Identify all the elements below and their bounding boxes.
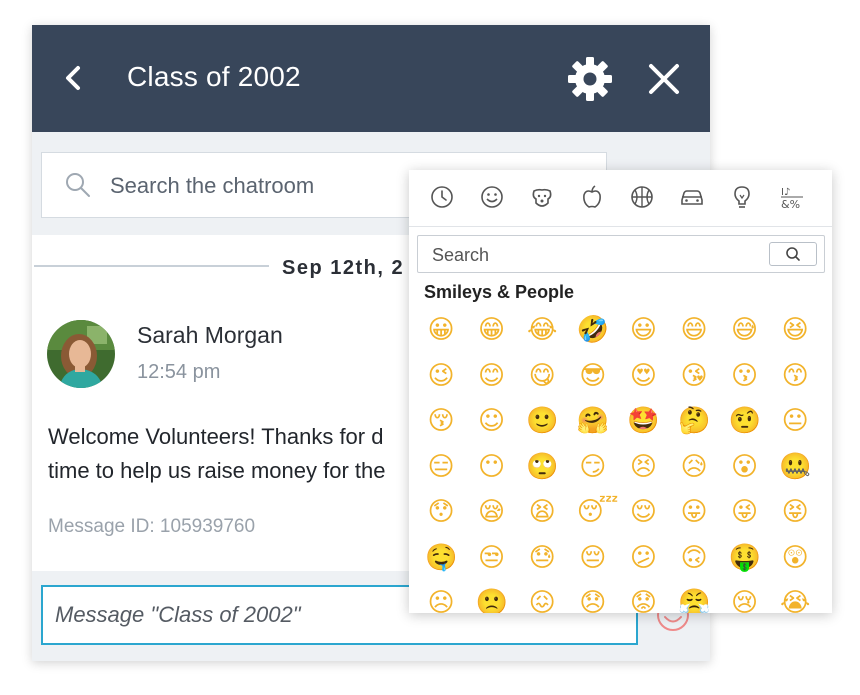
emoji-item[interactable]: 😋 xyxy=(526,360,558,392)
emoji-item[interactable]: 😗 xyxy=(729,360,761,392)
message-author[interactable]: Sarah Morgan xyxy=(137,322,283,349)
emoji-item[interactable]: 🙃 xyxy=(678,542,710,574)
emoji-item[interactable]: 😔 xyxy=(577,542,609,574)
emoji-item[interactable]: 😲 xyxy=(779,542,811,574)
emoji-category-bar: I♪ &% xyxy=(409,170,832,227)
symbols-icon[interactable]: I♪ &% xyxy=(778,183,806,211)
emoji-item[interactable]: 😛 xyxy=(678,496,710,528)
emoji-item[interactable]: 😅 xyxy=(729,314,761,346)
emoji-item[interactable]: 😍 xyxy=(627,360,659,392)
smileys-icon[interactable] xyxy=(478,183,506,211)
emoji-item[interactable]: 😃 xyxy=(627,314,659,346)
back-icon[interactable] xyxy=(60,63,86,93)
emoji-item[interactable]: 😭 xyxy=(779,587,811,613)
emoji-item[interactable]: 😘 xyxy=(678,360,710,392)
emoji-item[interactable]: 😆 xyxy=(779,314,811,346)
chat-title: Class of 2002 xyxy=(127,61,301,92)
close-icon[interactable] xyxy=(646,61,682,97)
emoji-item[interactable]: 😥 xyxy=(678,451,710,483)
animals-icon[interactable] xyxy=(528,183,556,211)
emoji-item[interactable]: 😁 xyxy=(476,314,508,346)
message-line: time to help us raise money for the xyxy=(48,458,386,483)
activity-icon[interactable] xyxy=(628,183,656,211)
emoji-item[interactable]: 😪 xyxy=(476,496,508,528)
emoji-item[interactable]: 😒 xyxy=(476,542,508,574)
emoji-item[interactable]: ☺ xyxy=(476,405,508,437)
emoji-item[interactable]: 😉 xyxy=(425,360,457,392)
emoji-item[interactable]: 😙 xyxy=(779,360,811,392)
search-icon xyxy=(786,247,800,261)
message-time: 12:54 pm xyxy=(137,361,221,383)
emoji-item[interactable]: 🙂 xyxy=(526,405,558,437)
emoji-item[interactable]: 😏 xyxy=(577,451,609,483)
food-icon[interactable] xyxy=(578,183,606,211)
emoji-item[interactable]: 😓 xyxy=(526,542,558,574)
emoji-picker: I♪ &% Smileys & People 😀 😁 😂 🤣 😃 😄 😅 😆 😉 😊 😋 😎 😍 😘 😗 😙 😚… xyxy=(409,170,832,613)
emoji-item[interactable]: 🤔 xyxy=(678,405,710,437)
emoji-item[interactable]: 😢 xyxy=(729,587,761,613)
emoji-item[interactable]: 🤨 xyxy=(729,405,761,437)
emoji-item[interactable]: 😴 xyxy=(577,496,619,528)
emoji-item[interactable]: 🙄 xyxy=(526,451,558,483)
emoji-item[interactable]: 😣 xyxy=(627,451,659,483)
emoji-item[interactable]: 🤣 xyxy=(577,314,609,346)
emoji-item[interactable]: 🤐 xyxy=(779,451,811,483)
emoji-item[interactable]: 😌 xyxy=(627,496,659,528)
travel-icon[interactable] xyxy=(678,183,706,211)
objects-icon[interactable] xyxy=(728,183,756,211)
emoji-item[interactable]: 😑 xyxy=(425,451,457,483)
emoji-item[interactable]: 😫 xyxy=(526,496,558,528)
emoji-item[interactable]: ☹ xyxy=(425,587,457,613)
svg-text:&%: &% xyxy=(781,198,800,211)
emoji-item[interactable]: 🤩 xyxy=(627,405,659,437)
date-divider: Sep 12th, 2 xyxy=(282,257,405,279)
svg-text:I♪: I♪ xyxy=(781,187,790,198)
emoji-item[interactable]: 😜 xyxy=(729,496,761,528)
chat-header: Class of 2002 xyxy=(32,25,710,132)
message-id: Message ID: 105939760 xyxy=(48,516,256,537)
message-line: Welcome Volunteers! Thanks for d xyxy=(48,424,384,449)
emoji-item[interactable]: 😐 xyxy=(779,405,811,437)
emoji-item[interactable]: 😕 xyxy=(627,542,659,574)
emoji-section-title: Smileys & People xyxy=(424,282,575,302)
emoji-search-input[interactable] xyxy=(430,242,764,268)
date-divider-line xyxy=(34,265,269,267)
emoji-item[interactable]: 😞 xyxy=(577,587,609,613)
emoji-item[interactable]: 😟 xyxy=(627,587,659,613)
emoji-item[interactable]: 😀 xyxy=(425,314,457,346)
avatar[interactable] xyxy=(47,320,115,388)
gear-icon[interactable] xyxy=(567,56,613,102)
emoji-item[interactable]: 😶 xyxy=(476,451,508,483)
recent-icon[interactable] xyxy=(428,183,456,211)
emoji-item[interactable]: 😮 xyxy=(729,451,761,483)
emoji-item[interactable]: 😖 xyxy=(526,587,558,613)
emoji-item[interactable]: 😊 xyxy=(476,360,508,392)
emoji-item[interactable]: 😯 xyxy=(425,496,457,528)
emoji-search-button[interactable] xyxy=(769,242,817,266)
emoji-item[interactable]: 🤗 xyxy=(577,405,609,437)
emoji-item[interactable]: 😂 xyxy=(526,314,558,346)
emoji-item[interactable]: 🙁 xyxy=(476,587,508,613)
emoji-item[interactable]: 🤑 xyxy=(729,542,761,574)
emoji-item[interactable]: 😎 xyxy=(577,360,609,392)
emoji-item[interactable]: 😤 xyxy=(678,587,710,613)
emoji-search-box xyxy=(417,235,825,273)
search-icon xyxy=(66,173,90,197)
emoji-item[interactable]: 🤤 xyxy=(425,542,457,574)
message-text: Welcome Volunteers! Thanks for d time to… xyxy=(48,420,386,488)
emoji-item[interactable]: 😚 xyxy=(425,405,457,437)
emoji-item[interactable]: 😄 xyxy=(678,314,710,346)
emoji-item[interactable]: 😝 xyxy=(779,496,811,528)
